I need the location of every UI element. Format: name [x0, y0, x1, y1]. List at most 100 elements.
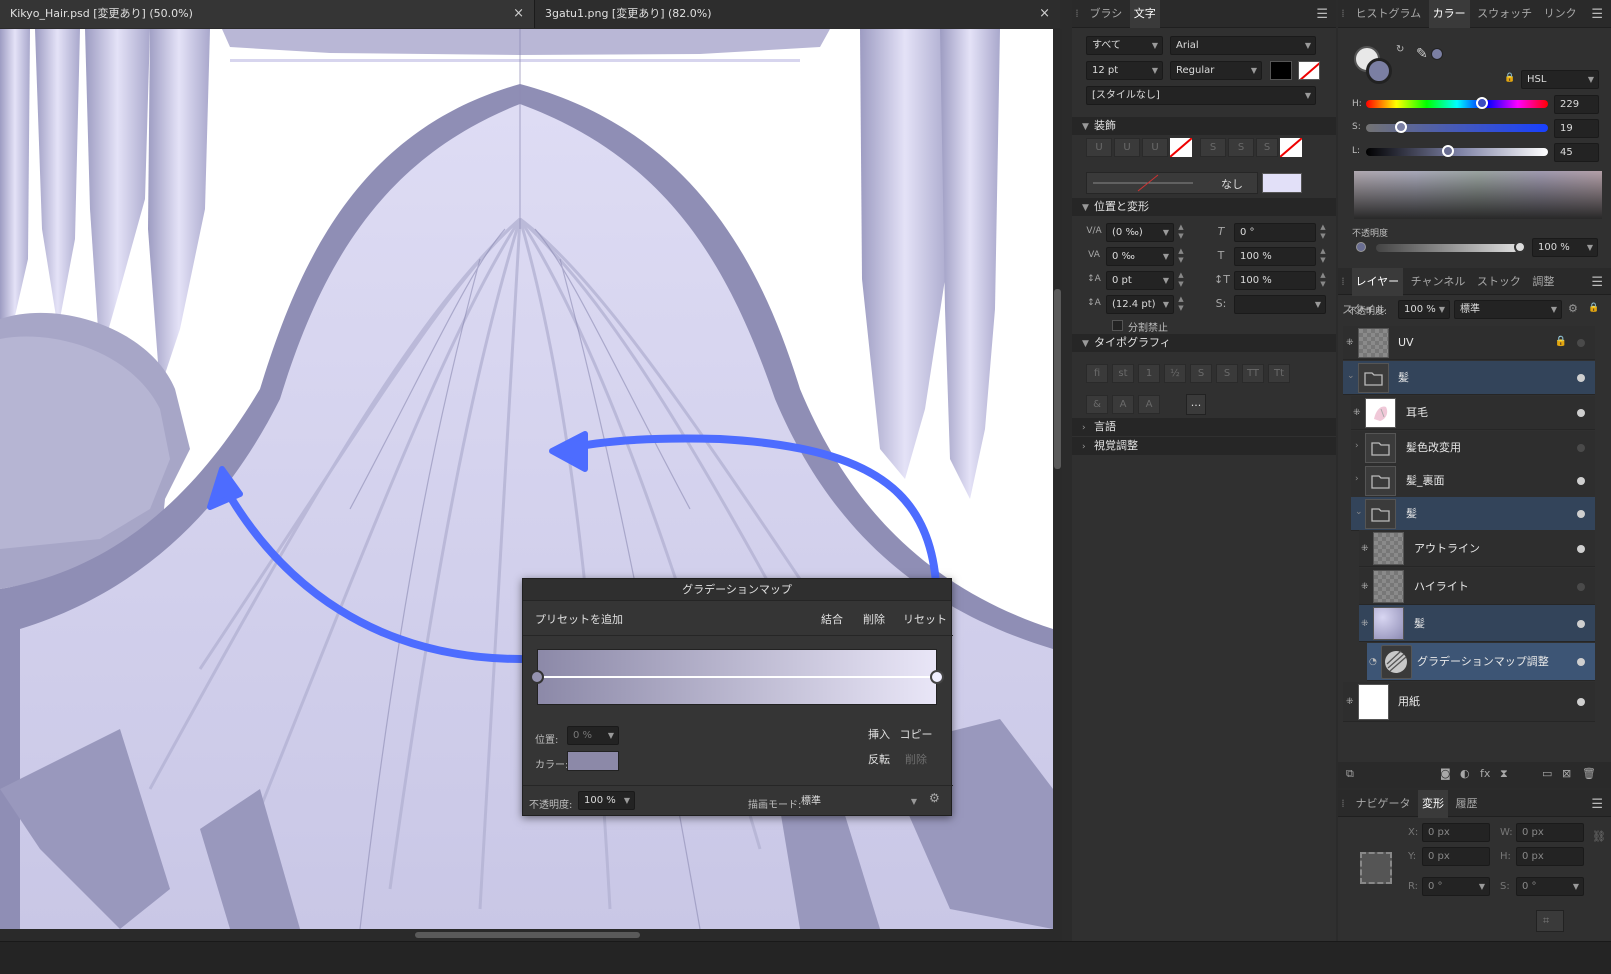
visibility-toggle[interactable] — [1577, 510, 1585, 518]
tab-history[interactable]: 履歴 — [1452, 790, 1482, 818]
v-scale-stepper[interactable]: ▲ ▼ — [1318, 271, 1328, 290]
gear-icon[interactable]: ⚙ — [929, 791, 940, 805]
copy-button[interactable]: コピー — [899, 725, 933, 745]
shear-field[interactable]: ▼ — [1234, 295, 1326, 314]
paragraph-style-select[interactable]: [スタイルなし] ▼ — [1086, 86, 1316, 105]
inferior-icon[interactable]: S — [1216, 364, 1238, 383]
opacity-field[interactable]: 100 % ▼ — [578, 791, 635, 810]
font-size-select[interactable]: 12 pt ▼ — [1086, 61, 1163, 80]
tab-swatches[interactable]: スウォッチ — [1473, 0, 1536, 28]
underline-color-swatch[interactable] — [1170, 138, 1192, 157]
gradient-stop-start[interactable] — [530, 670, 544, 684]
text-stroke-swatch[interactable] — [1298, 61, 1320, 80]
h-scale-stepper[interactable]: ▲ ▼ — [1318, 247, 1328, 266]
hue-field[interactable]: 229 — [1554, 95, 1599, 114]
opacity-slider-knob[interactable] — [1514, 241, 1526, 253]
opacity-slider[interactable] — [1376, 244, 1518, 252]
insert-button[interactable]: 挿入 — [863, 725, 895, 745]
link-icon[interactable]: ⛓ — [1592, 830, 1606, 843]
layer-row-paper[interactable]: ⁜ 用紙 — [1343, 682, 1595, 722]
ornament-icon[interactable]: & — [1086, 395, 1108, 414]
tab-text[interactable]: 文字 — [1129, 0, 1160, 28]
visibility-toggle[interactable] — [1577, 444, 1585, 452]
alt-ligature-icon[interactable]: st — [1112, 364, 1134, 383]
tab-brush[interactable]: ブラシ — [1086, 0, 1127, 28]
color-model-select[interactable]: HSL ▼ — [1521, 70, 1599, 89]
y-field[interactable]: 0 px — [1422, 847, 1490, 866]
section-position-transform[interactable]: ▼ 位置と変形 — [1072, 198, 1336, 216]
doc-tab-kikyo[interactable]: Kikyo_Hair.psd [変更あり] (50.0%) × — [0, 0, 535, 28]
menu-icon[interactable]: ☰ — [1591, 797, 1603, 812]
layer-options-icon[interactable]: ⧉ — [1346, 767, 1354, 781]
strike-style-icon[interactable]: S — [1256, 138, 1278, 157]
opacity-field[interactable]: 100 % ▼ — [1532, 238, 1598, 257]
decoration-line-select[interactable]: なし — [1086, 172, 1258, 194]
add-group-icon[interactable]: ▭ — [1542, 767, 1552, 780]
doc-tab-3gatu[interactable]: 3gatu1.png [変更あり] (82.0%) × — [535, 0, 1060, 28]
layer-row-hair-pixel[interactable]: ⁜ 髪 — [1359, 605, 1595, 642]
swap-colors-icon[interactable]: ↻ — [1396, 44, 1404, 55]
small-caps-icon[interactable]: Tt — [1268, 364, 1290, 383]
tab-histogram[interactable]: ヒストグラム — [1352, 0, 1426, 28]
layer-row-hair-group[interactable]: ⌄ 髪 — [1343, 361, 1595, 395]
leading-field[interactable]: (12.4 pt) ▼ — [1106, 295, 1174, 314]
chevron-right-icon[interactable]: › — [1355, 441, 1359, 451]
skew-field[interactable]: 0 ° — [1234, 223, 1316, 242]
chevron-down-icon[interactable]: ⌄ — [1347, 371, 1355, 381]
swash-icon[interactable]: A — [1112, 395, 1134, 414]
kerning-stepper[interactable]: ▲ ▼ — [1176, 223, 1186, 242]
text-fill-swatch[interactable] — [1270, 61, 1292, 80]
tab-stock[interactable]: ストック — [1473, 268, 1525, 296]
rotation-field[interactable]: 0 ° ▼ — [1422, 877, 1490, 896]
tab-navigator[interactable]: ナビゲータ — [1352, 790, 1415, 818]
superscript-icon[interactable]: 1 — [1138, 364, 1160, 383]
layer-opacity-field[interactable]: 100 % ▼ — [1398, 300, 1450, 319]
underline-wave-icon[interactable]: U — [1142, 138, 1168, 157]
grip-icon[interactable]: ⁞ — [1338, 7, 1348, 20]
tab-channels[interactable]: チャンネル — [1407, 268, 1470, 296]
x-field[interactable]: 0 px — [1422, 823, 1490, 842]
grip-icon[interactable]: ⁞ — [1338, 275, 1348, 288]
layer-row-uv[interactable]: ⁜ UV 🔒 — [1343, 326, 1595, 360]
fraction-icon[interactable]: ½ — [1164, 364, 1186, 383]
h-scale-field[interactable]: 100 % — [1234, 247, 1316, 266]
lightness-slider-knob[interactable] — [1441, 145, 1454, 157]
menu-icon[interactable]: ☰ — [1591, 7, 1603, 22]
adjustment-icon[interactable]: ◐ — [1460, 767, 1470, 780]
canvas-vertical-scrollbar[interactable] — [1053, 29, 1062, 929]
visibility-toggle[interactable] — [1577, 658, 1585, 666]
visibility-toggle[interactable] — [1577, 698, 1585, 706]
all-caps-icon[interactable]: TT — [1242, 364, 1264, 383]
layer-row-highlight[interactable]: ⁜ ハイライト — [1359, 568, 1595, 605]
layer-row-outline[interactable]: ⁜ アウトライン — [1359, 530, 1595, 567]
fx-icon[interactable]: fx — [1480, 767, 1490, 780]
strikethrough-icon[interactable]: S — [1200, 138, 1226, 157]
reset-button[interactable]: リセット — [903, 610, 947, 630]
underline-icon[interactable]: U — [1086, 138, 1112, 157]
tab-adjustments[interactable]: 調整 — [1528, 268, 1558, 296]
hue-slider[interactable] — [1366, 100, 1548, 108]
add-preset-button[interactable]: プリセットを追加 — [535, 610, 623, 630]
close-icon[interactable]: × — [1039, 0, 1050, 28]
hscroll-thumb[interactable] — [415, 932, 640, 938]
visibility-toggle[interactable] — [1577, 620, 1585, 628]
visibility-toggle[interactable] — [1577, 409, 1585, 417]
merge-button[interactable]: 結合 — [821, 610, 843, 630]
live-filter-icon[interactable]: ⧗ — [1500, 767, 1508, 781]
stylistic-icon[interactable]: A — [1138, 395, 1160, 414]
add-pixel-layer-icon[interactable]: ⊠ — [1562, 767, 1571, 780]
h-field[interactable]: 0 px — [1516, 847, 1584, 866]
saturation-slider-knob[interactable] — [1394, 121, 1407, 133]
tab-link[interactable]: リンク — [1540, 0, 1581, 28]
w-field[interactable]: 0 px — [1516, 823, 1584, 842]
section-language[interactable]: › 言語 — [1072, 418, 1336, 436]
font-collection-select[interactable]: すべて ▼ — [1086, 36, 1163, 55]
layer-row-hair-subgroup[interactable]: ⌄ 髪 — [1351, 497, 1595, 531]
layer-row-hair-color-mod[interactable]: › 髪色改変用 — [1351, 431, 1595, 465]
font-style-select[interactable]: Regular ▼ — [1170, 61, 1262, 80]
tab-transform[interactable]: 変形 — [1418, 790, 1448, 818]
stop-color-swatch[interactable] — [567, 751, 619, 771]
layer-row-hair-back[interactable]: › 髪_裏面 — [1351, 464, 1595, 498]
eyedropper-icon[interactable]: ✎ — [1416, 46, 1428, 62]
lightness-field[interactable]: 45 — [1554, 143, 1599, 162]
